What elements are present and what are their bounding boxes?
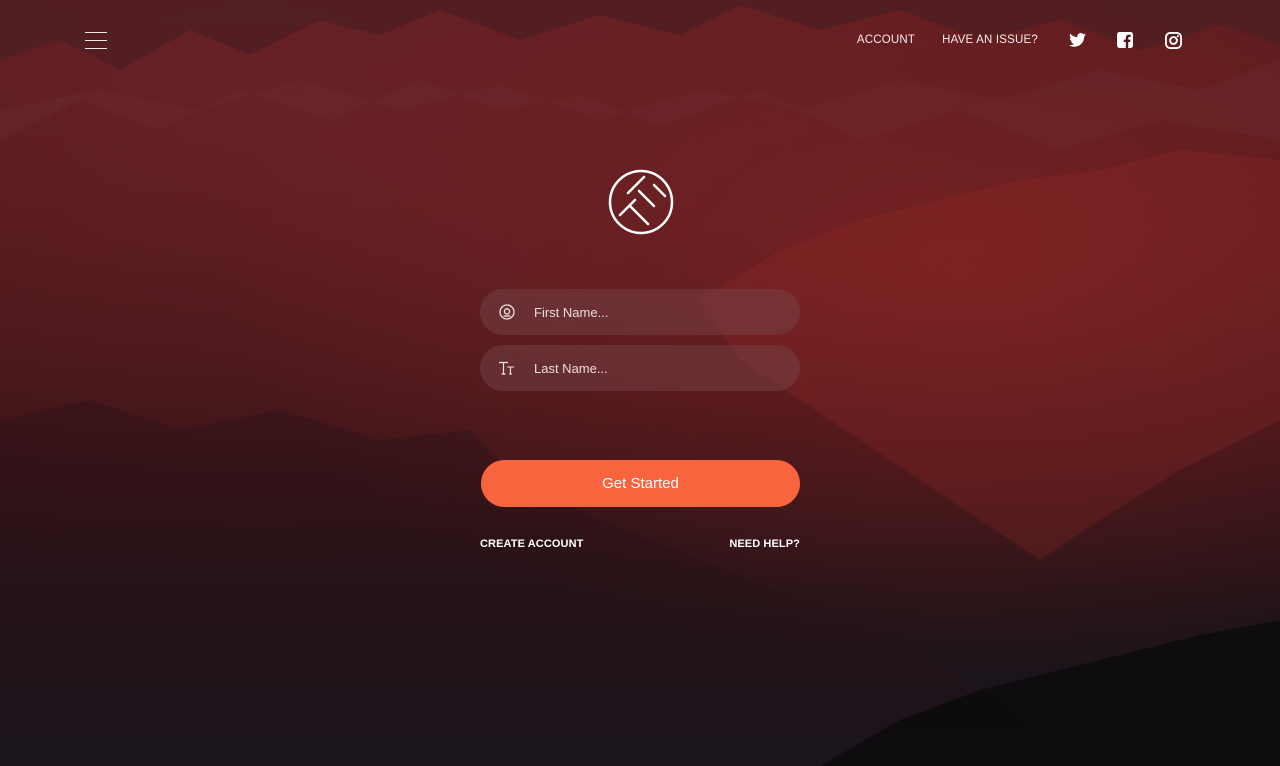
nav-link-account[interactable]: ACCOUNT (857, 34, 915, 46)
hamburger-line (85, 32, 107, 33)
twitter-icon[interactable] (1068, 31, 1086, 49)
menu-button[interactable] (85, 32, 107, 50)
hamburger-line (85, 40, 107, 41)
nav-link-have-an-issue[interactable]: HAVE AN ISSUE? (942, 34, 1038, 46)
get-started-button[interactable]: Get Started (481, 460, 800, 507)
top-nav: ACCOUNT HAVE AN ISSUE? (857, 30, 1182, 50)
first-name-field (480, 288, 800, 336)
brand-logo (608, 169, 674, 235)
create-account-link[interactable]: CREATE ACCOUNT (480, 538, 583, 550)
text-size-icon (498, 359, 516, 377)
first-name-input[interactable] (532, 288, 782, 336)
facebook-icon[interactable] (1116, 31, 1134, 49)
need-help-link[interactable]: NEED HELP? (729, 538, 800, 550)
instagram-icon[interactable] (1164, 31, 1182, 49)
last-name-field (480, 344, 800, 392)
login-page: ACCOUNT HAVE AN ISSUE? First Name... Las… (0, 0, 1280, 766)
hamburger-line (85, 48, 107, 49)
at-sign-icon (498, 303, 516, 321)
last-name-input[interactable] (532, 344, 782, 392)
